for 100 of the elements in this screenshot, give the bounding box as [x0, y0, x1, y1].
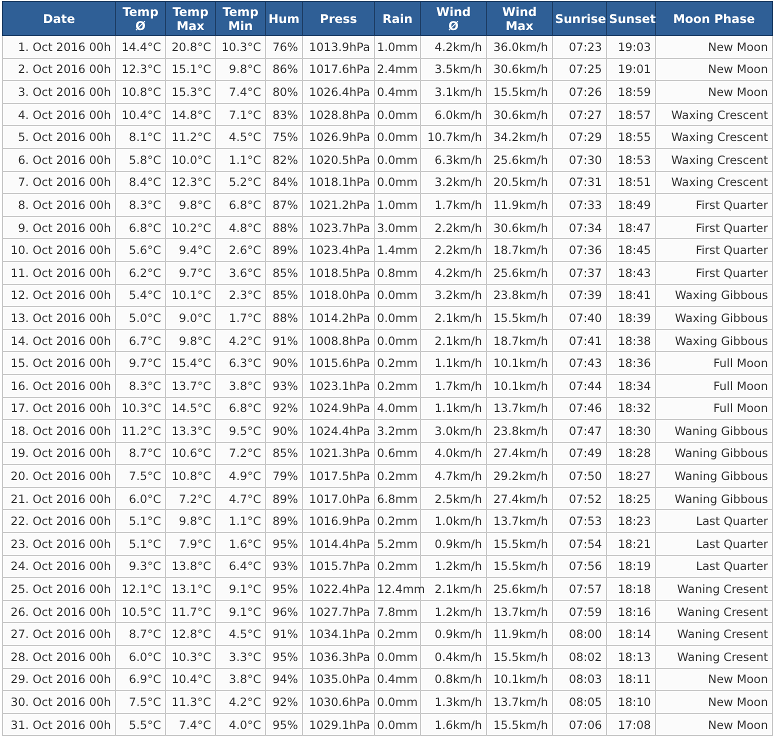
- table-cell: 1029.1hPa: [302, 713, 374, 736]
- table-cell: 3.0mm: [374, 216, 420, 239]
- table-cell: 07:40: [552, 306, 606, 330]
- table-cell: First Quarter: [656, 238, 772, 262]
- table-cell: 30.6km/h: [486, 216, 552, 239]
- table-cell: 7.4°C: [166, 713, 216, 736]
- table-cell: 8. Oct 2016 00h: [2, 194, 116, 216]
- table-cell: 1.2km/h: [420, 600, 486, 623]
- table-cell: 1.0km/h: [420, 510, 486, 533]
- table-cell: 13.3°C: [166, 420, 216, 442]
- table-cell: 10.8°C: [116, 80, 166, 104]
- table-cell: 18:59: [606, 80, 656, 104]
- table-cell: 84%: [266, 171, 302, 194]
- table-cell: 6.7°C: [116, 329, 166, 352]
- table-cell: 85%: [266, 261, 302, 284]
- table-cell: 1027.7hPa: [302, 600, 374, 623]
- table-cell: 9.5°C: [216, 420, 266, 442]
- table-cell: 5.0°C: [116, 306, 166, 330]
- table-cell: 14.8°C: [166, 103, 216, 126]
- table-cell: 12.8°C: [166, 622, 216, 646]
- table-cell: 1.1°C: [216, 510, 266, 533]
- table-cell: 1.7km/h: [420, 194, 486, 216]
- table-cell: 0.4mm: [374, 668, 420, 691]
- table-cell: 2.4mm: [374, 58, 420, 81]
- table-cell: 1.6°C: [216, 532, 266, 556]
- table-cell: 1026.9hPa: [302, 126, 374, 148]
- table-cell: 0.8mm: [374, 261, 420, 284]
- table-cell: Waxing Crescent: [656, 148, 772, 172]
- table-cell: 27.4km/h: [486, 487, 552, 510]
- table-cell: 1.0mm: [374, 36, 420, 58]
- table-cell: 0.0mm: [374, 126, 420, 148]
- table-cell: 1015.6hPa: [302, 352, 374, 374]
- table-cell: 1026.4hPa: [302, 80, 374, 104]
- table-cell: 1.3km/h: [420, 690, 486, 714]
- table-cell: 4.2km/h: [420, 36, 486, 58]
- table-cell: 07:34: [552, 216, 606, 239]
- table-cell: 11.9km/h: [486, 622, 552, 646]
- table-cell: 1.7°C: [216, 306, 266, 330]
- table-cell: 07:50: [552, 464, 606, 488]
- table-cell: 1.1km/h: [420, 397, 486, 420]
- table-cell: 20.8°C: [166, 36, 216, 58]
- table-cell: 86%: [266, 58, 302, 81]
- table-cell: 9.8°C: [166, 329, 216, 352]
- table-cell: 12. Oct 2016 00h: [2, 284, 116, 307]
- table-cell: 15.3°C: [166, 80, 216, 104]
- table-cell: 75%: [266, 126, 302, 148]
- column-header: Rain: [374, 2, 420, 36]
- table-cell: 0.4km/h: [420, 646, 486, 668]
- table-cell: 18:53: [606, 148, 656, 172]
- table-cell: 15.4°C: [166, 352, 216, 374]
- table-cell: 6.8°C: [216, 194, 266, 216]
- table-cell: First Quarter: [656, 216, 772, 239]
- table-cell: 07:31: [552, 171, 606, 194]
- table-cell: 10.6°C: [166, 442, 216, 465]
- table-cell: 6.0°C: [116, 487, 166, 510]
- table-cell: 10.1km/h: [486, 668, 552, 691]
- table-cell: 18:34: [606, 374, 656, 397]
- table-cell: 9.8°C: [166, 194, 216, 216]
- table-cell: 5. Oct 2016 00h: [2, 126, 116, 148]
- table-cell: 07:57: [552, 578, 606, 600]
- table-cell: 27.4km/h: [486, 442, 552, 465]
- table-cell: 0.2mm: [374, 555, 420, 578]
- table-cell: 4.2°C: [216, 690, 266, 714]
- table-cell: 93%: [266, 374, 302, 397]
- table-cell: 1.2km/h: [420, 555, 486, 578]
- table-cell: 7.9°C: [166, 532, 216, 556]
- table-cell: 11.9km/h: [486, 194, 552, 216]
- table-cell: 1014.2hPa: [302, 306, 374, 330]
- table-cell: 6.8mm: [374, 487, 420, 510]
- table-cell: 9.8°C: [216, 58, 266, 81]
- table-cell: 5.1°C: [116, 510, 166, 533]
- table-cell: 2.3°C: [216, 284, 266, 307]
- table-cell: 10.1km/h: [486, 374, 552, 397]
- table-cell: 1035.0hPa: [302, 668, 374, 691]
- table-cell: 0.0mm: [374, 148, 420, 172]
- table-cell: 18:45: [606, 238, 656, 262]
- table-cell: 14.4°C: [116, 36, 166, 58]
- table-cell: 0.9km/h: [420, 532, 486, 556]
- table-cell: 10.5°C: [116, 600, 166, 623]
- table-cell: 17. Oct 2016 00h: [2, 397, 116, 420]
- table-cell: 13.7°C: [166, 374, 216, 397]
- table-cell: 82%: [266, 148, 302, 172]
- table-cell: 1016.9hPa: [302, 510, 374, 533]
- table-cell: 88%: [266, 216, 302, 239]
- table-cell: 1028.8hPa: [302, 103, 374, 126]
- table-cell: 6.0°C: [116, 646, 166, 668]
- table-cell: 07:30: [552, 148, 606, 172]
- table-cell: 8.7°C: [116, 622, 166, 646]
- table-cell: 89%: [266, 487, 302, 510]
- table-cell: 07:36: [552, 238, 606, 262]
- column-header: Sunset: [606, 2, 656, 36]
- table-cell: New Moon: [656, 690, 772, 714]
- table-cell: Waxing Gibbous: [656, 284, 772, 307]
- table-cell: 19:03: [606, 36, 656, 58]
- table-cell: 20. Oct 2016 00h: [2, 464, 116, 488]
- table-cell: 10.3°C: [116, 397, 166, 420]
- table-cell: 07:33: [552, 194, 606, 216]
- table-cell: 7.5°C: [116, 690, 166, 714]
- table-cell: 9.0°C: [166, 306, 216, 330]
- table-cell: 11.2°C: [166, 126, 216, 148]
